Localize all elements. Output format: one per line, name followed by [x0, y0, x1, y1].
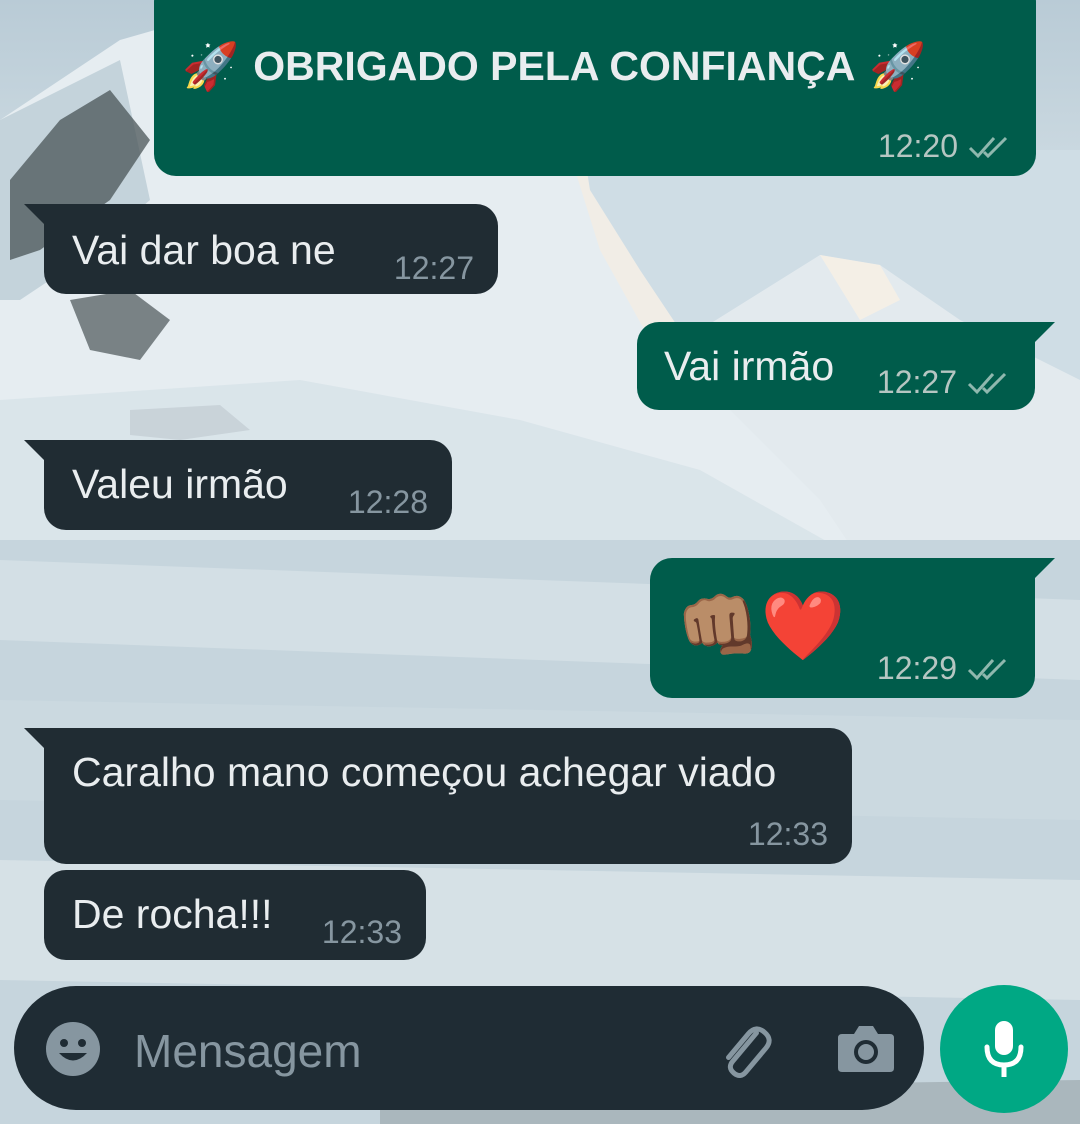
double-check-icon: [967, 658, 1007, 680]
message-text: Vai dar boa ne: [72, 227, 336, 273]
message-text: Valeu irmão: [72, 461, 288, 507]
message-meta: 12:29: [877, 650, 1009, 687]
message-input[interactable]: Mensagem: [134, 1024, 362, 1078]
message-bubble-incoming[interactable]: Vai dar boa ne 12:27: [24, 204, 498, 294]
rocket-emoji: 🚀: [869, 40, 927, 92]
message-time: 12:33: [321, 914, 402, 950]
message-time: 12:27: [393, 250, 474, 286]
message-meta: 12:27: [877, 364, 1009, 401]
message-bubble-incoming[interactable]: Caralho mano começou achegar viado 12:33: [24, 728, 852, 864]
message-meta: 12:20: [878, 128, 1010, 165]
voice-message-button[interactable]: [940, 985, 1068, 1113]
message-text: Vai irmão: [664, 343, 835, 389]
message-text: 🚀 OBRIGADO PELA CONFIANÇA 🚀: [182, 40, 927, 92]
double-check-icon: [967, 372, 1007, 394]
bubble-tail: [24, 728, 46, 750]
microphone-icon: [984, 1021, 1024, 1077]
bubble-tail: [24, 204, 46, 226]
message-input-bar[interactable]: Mensagem: [14, 986, 924, 1110]
message-text: Caralho mano começou achegar viado: [72, 749, 777, 795]
message-bubble-outgoing[interactable]: 👊🏽❤️ 12:29: [650, 558, 1055, 698]
message-time: 12:28: [347, 484, 428, 520]
message-meta: 12:27: [394, 250, 474, 287]
rocket-emoji: 🚀: [182, 40, 240, 92]
bubble-tail: [1033, 322, 1055, 344]
message-time: 12:33: [747, 816, 828, 852]
message-meta: 12:28: [348, 484, 428, 521]
camera-icon[interactable]: [836, 1020, 896, 1076]
message-meta: 12:33: [322, 914, 402, 951]
attachment-icon[interactable]: [714, 1020, 776, 1082]
bubble-tail: [1033, 558, 1055, 580]
emoji-message: 👊🏽❤️: [676, 588, 846, 664]
double-check-icon: [968, 136, 1008, 158]
message-time: 12:27: [876, 364, 957, 400]
message-bubble-incoming[interactable]: De rocha!!! 12:33: [44, 870, 426, 960]
message-text: De rocha!!!: [72, 891, 273, 937]
message-bubble-outgoing[interactable]: 🚀 OBRIGADO PELA CONFIANÇA 🚀 12:20: [154, 0, 1036, 176]
message-bubble-incoming[interactable]: Valeu irmão 12:28: [24, 440, 452, 530]
message-time: 12:20: [877, 128, 958, 164]
emoji-icon[interactable]: [44, 1020, 102, 1078]
message-bubble-outgoing[interactable]: Vai irmão 12:27: [637, 322, 1055, 410]
message-time: 12:29: [876, 650, 957, 686]
message-meta: 12:33: [748, 816, 828, 853]
bubble-tail: [24, 440, 46, 462]
